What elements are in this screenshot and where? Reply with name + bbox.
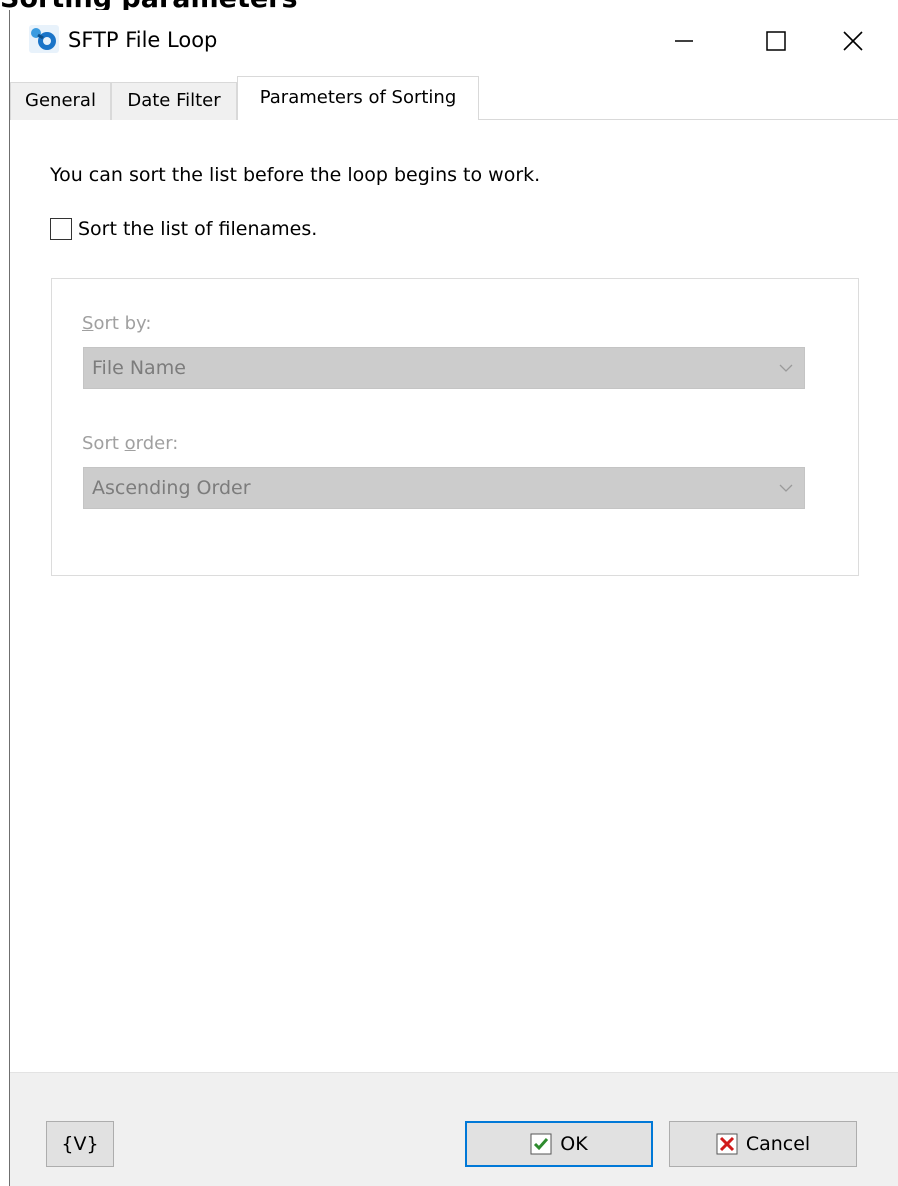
tab-general[interactable]: General bbox=[10, 82, 111, 120]
tab-content: You can sort the list before the loop be… bbox=[10, 120, 898, 1072]
minimize-icon bbox=[675, 40, 693, 42]
check-icon bbox=[530, 1133, 552, 1155]
maximize-icon bbox=[766, 31, 786, 51]
dialog-footer: {V} OK Cancel bbox=[10, 1072, 898, 1186]
sort-options-group: Sort by: File Name Sort order: Ascending… bbox=[51, 278, 859, 576]
variables-button[interactable]: {V} bbox=[46, 1121, 114, 1167]
sort-checkbox-row[interactable]: Sort the list of filenames. bbox=[50, 218, 317, 240]
variables-button-label: {V} bbox=[61, 1133, 99, 1155]
tab-strip: General Date Filter Parameters of Sortin… bbox=[10, 72, 898, 121]
cancel-button[interactable]: Cancel bbox=[669, 1121, 857, 1167]
sort-order-value: Ascending Order bbox=[92, 477, 251, 499]
title-bar[interactable]: SFTP File Loop bbox=[10, 10, 898, 72]
window-title: SFTP File Loop bbox=[68, 28, 218, 52]
sort-checkbox[interactable] bbox=[50, 218, 72, 240]
close-icon bbox=[843, 31, 863, 51]
sort-order-select[interactable]: Ascending Order bbox=[83, 467, 805, 509]
chevron-down-icon bbox=[779, 364, 793, 372]
sort-by-label: Sort by: bbox=[82, 313, 152, 334]
chevron-down-icon bbox=[779, 484, 793, 492]
ok-button-label: OK bbox=[560, 1133, 588, 1155]
sort-by-select[interactable]: File Name bbox=[83, 347, 805, 389]
tab-parameters-of-sorting[interactable]: Parameters of Sorting bbox=[237, 76, 479, 121]
dialog-window: SFTP File Loop General Date Filter Param… bbox=[9, 10, 898, 1186]
sort-order-label: Sort order: bbox=[82, 433, 179, 454]
sort-by-value: File Name bbox=[92, 357, 186, 379]
tab-date-filter[interactable]: Date Filter bbox=[111, 82, 237, 120]
sort-checkbox-label: Sort the list of filenames. bbox=[78, 218, 318, 240]
close-button[interactable] bbox=[807, 10, 898, 72]
gear-link-icon bbox=[29, 25, 59, 53]
cancel-x-icon bbox=[716, 1133, 738, 1155]
cancel-button-label: Cancel bbox=[745, 1133, 811, 1155]
intro-text: You can sort the list before the loop be… bbox=[50, 164, 541, 186]
minimize-button[interactable] bbox=[638, 10, 730, 72]
ok-button[interactable]: OK bbox=[465, 1121, 653, 1167]
